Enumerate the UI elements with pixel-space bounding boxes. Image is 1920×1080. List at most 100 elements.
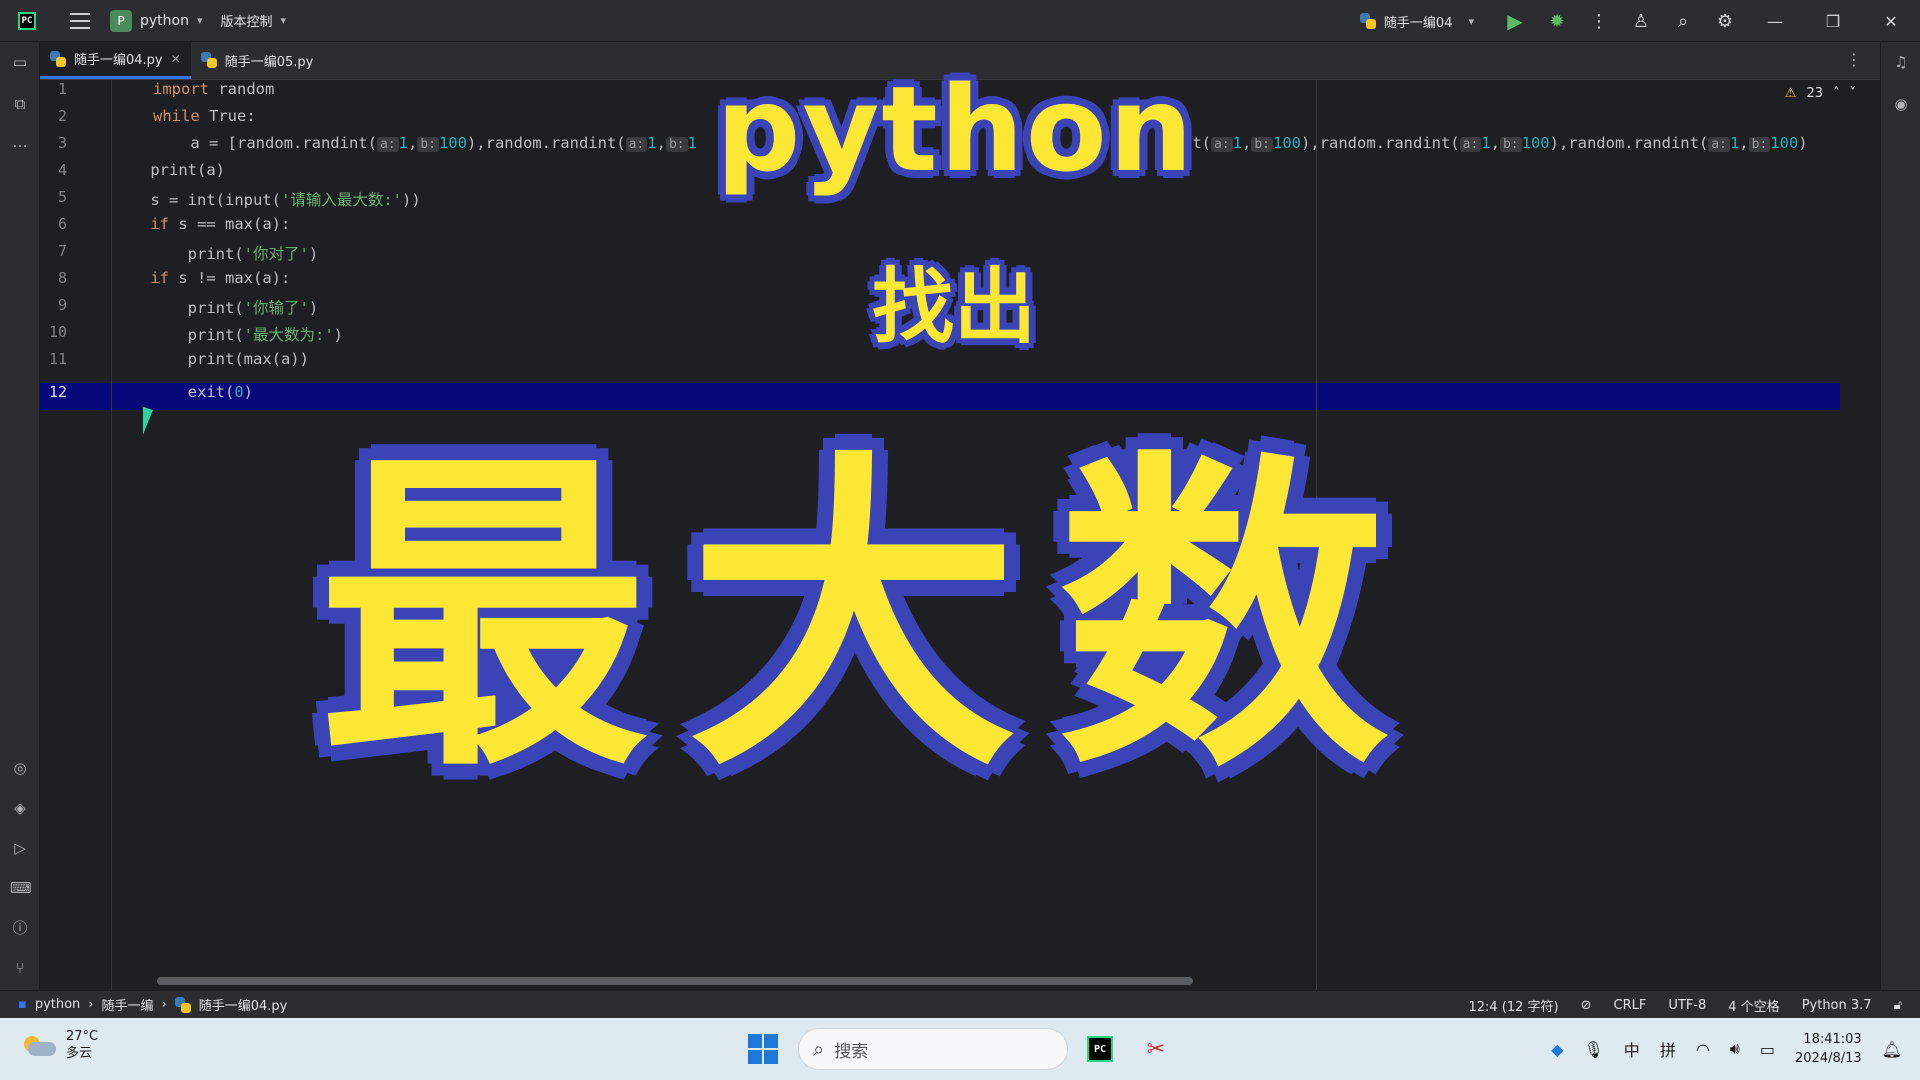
restore-button[interactable]: ❐ bbox=[1804, 0, 1862, 42]
notification-bell-icon[interactable]: 🔔︎ bbox=[1882, 1040, 1902, 1059]
overlay-python-title: python bbox=[716, 60, 1195, 198]
run-configuration-name: 随手一编04 bbox=[1383, 15, 1453, 31]
code-line-7: print('你对了') bbox=[113, 245, 319, 263]
tab-label: 随手一编05.py bbox=[224, 54, 314, 70]
right-tool-strip: ♫ ◉ bbox=[1880, 42, 1920, 990]
code-line-8: if s != max(a): bbox=[113, 269, 291, 287]
clock[interactable]: 18:41:03 2024/8/13 bbox=[1795, 1030, 1862, 1068]
line-number-current: 12 bbox=[48, 383, 67, 401]
line-number: 9 bbox=[57, 296, 67, 314]
snipping-tool-icon[interactable]: ✂ bbox=[1136, 1030, 1176, 1068]
main-menu-icon[interactable] bbox=[70, 12, 90, 29]
pycharm-logo-icon: PC bbox=[18, 11, 36, 30]
breadcrumb-item[interactable]: 随手一编 bbox=[102, 995, 154, 1014]
volume-icon[interactable]: 🔊︎ bbox=[1730, 1039, 1740, 1059]
python-file-icon bbox=[174, 996, 191, 1013]
file-encoding[interactable]: UTF-8 bbox=[1668, 998, 1706, 1013]
more-tools-icon[interactable]: … bbox=[10, 132, 30, 152]
lock-icon[interactable]: 🔓︎ bbox=[1894, 998, 1902, 1013]
ime-language[interactable]: 中 bbox=[1624, 1037, 1640, 1061]
windows-start-icon[interactable] bbox=[748, 1034, 778, 1064]
code-line-9: print('你输了') bbox=[113, 299, 319, 317]
taskbar-search-box[interactable]: ⌕ 搜索 bbox=[798, 1028, 1068, 1070]
structure-icon[interactable]: ⧉ bbox=[10, 94, 30, 114]
breadcrumb-item[interactable]: 随手一编04.py bbox=[199, 995, 288, 1014]
line-number: 4 bbox=[57, 161, 67, 179]
tab-file-05[interactable]: 随手一编05.py bbox=[191, 41, 324, 79]
tab-label: 随手一编04.py bbox=[74, 53, 163, 68]
code-line-4: print(a) bbox=[113, 161, 225, 179]
line-number: 8 bbox=[57, 269, 67, 287]
settings-gear-icon[interactable]: ⚙ bbox=[1704, 0, 1746, 42]
overlay-max-number-title: 最大数 bbox=[318, 426, 1428, 810]
run-configuration-selector[interactable]: 随手一编04 ▾ bbox=[1359, 12, 1474, 31]
tab-options-icon[interactable]: ⋮ bbox=[1846, 50, 1862, 69]
line-number: 11 bbox=[48, 350, 67, 368]
code-line-11: print(max(a)) bbox=[113, 350, 309, 368]
battery-icon[interactable]: ▭ bbox=[1760, 1040, 1775, 1059]
project-folder-icon[interactable]: ▭ bbox=[10, 52, 30, 72]
add-user-icon[interactable]: ♙ bbox=[1620, 0, 1662, 42]
python-file-icon bbox=[50, 50, 66, 67]
search-icon: ⌕ bbox=[813, 1037, 825, 1061]
packages-layers-icon[interactable]: ◈ bbox=[10, 798, 30, 818]
more-actions-icon[interactable]: ⋮ bbox=[1578, 0, 1620, 42]
chevron-down-icon[interactable]: ˅ bbox=[1850, 86, 1857, 101]
project-badge[interactable]: P bbox=[110, 9, 132, 32]
vcs-menu[interactable]: 版本控制 bbox=[221, 11, 273, 30]
chevron-down-icon[interactable]: ▾ bbox=[281, 14, 287, 27]
code-line-2: while True: bbox=[153, 107, 256, 125]
tab-file-04[interactable]: 随手一编04.py ✕ bbox=[40, 41, 191, 79]
app-tray-icon[interactable]: ◆ bbox=[1551, 1040, 1563, 1059]
problems-icon[interactable]: ⓘ bbox=[10, 918, 30, 938]
inspection-widget[interactable]: ⚠ 23 ˄ ˅ bbox=[1785, 86, 1856, 101]
overlay-find-caption: 找出 bbox=[872, 260, 1037, 355]
chevron-right-icon: › bbox=[88, 997, 94, 1012]
horizontal-scrollbar[interactable] bbox=[157, 977, 1193, 985]
notifications-bell-icon[interactable]: ♫ bbox=[1891, 52, 1911, 72]
code-line-10: print('最大数为:') bbox=[113, 326, 343, 344]
warning-icon: ⚠ bbox=[1784, 86, 1797, 101]
python-file-icon bbox=[1359, 13, 1376, 29]
ime-mode[interactable]: 拼 bbox=[1660, 1037, 1676, 1061]
weather-widget[interactable]: 27°C 多云 bbox=[22, 1028, 98, 1062]
chevron-down-icon: ▾ bbox=[1468, 14, 1474, 28]
wifi-icon[interactable]: ◠ bbox=[1696, 1040, 1710, 1059]
code-line-12: exit(0) bbox=[113, 383, 254, 401]
line-number: 1 bbox=[57, 80, 67, 98]
project-name[interactable]: python bbox=[140, 13, 189, 29]
chevron-down-icon[interactable]: ▾ bbox=[197, 14, 203, 27]
code-line-6: if s == max(a): bbox=[113, 215, 291, 233]
minimize-button[interactable]: — bbox=[1746, 0, 1804, 42]
microphone-icon[interactable]: 🎙︎ bbox=[1583, 1040, 1603, 1059]
inspections-off-icon[interactable]: ⊘ bbox=[1581, 998, 1592, 1013]
search-icon[interactable]: ⌕ bbox=[1662, 0, 1704, 42]
close-tab-icon[interactable]: ✕ bbox=[171, 52, 181, 66]
debug-icon[interactable]: ✹ bbox=[1536, 0, 1578, 42]
run-icon[interactable]: ▶ bbox=[1494, 0, 1536, 42]
status-bar: ▪ python › 随手一编 › 随手一编04.py 12:4 (12 字符)… bbox=[0, 990, 1920, 1018]
services-run-icon[interactable]: ▷ bbox=[10, 838, 30, 858]
line-number: 7 bbox=[57, 242, 67, 260]
breadcrumb-item[interactable]: python bbox=[35, 997, 80, 1012]
line-ending[interactable]: CRLF bbox=[1614, 998, 1647, 1013]
code-line-1: import random bbox=[153, 80, 275, 98]
warning-count: 23 bbox=[1806, 86, 1823, 101]
python-interpreter[interactable]: Python 3.7 bbox=[1802, 998, 1872, 1013]
time: 18:41:03 bbox=[1803, 1032, 1862, 1047]
line-number: 6 bbox=[57, 215, 67, 233]
chevron-up-icon[interactable]: ˄ bbox=[1833, 86, 1840, 101]
caret-position[interactable]: 12:4 (12 字符) bbox=[1468, 996, 1558, 1015]
terminal-icon[interactable]: ⌨ bbox=[10, 878, 32, 898]
python-console-icon[interactable]: ◎ bbox=[10, 758, 30, 778]
chevron-right-icon: › bbox=[161, 997, 167, 1012]
partly-cloudy-icon bbox=[22, 1032, 56, 1058]
indent-setting[interactable]: 4 个空格 bbox=[1728, 996, 1779, 1015]
pycharm-taskbar-app[interactable]: PC bbox=[1080, 1030, 1120, 1068]
search-placeholder: 搜索 bbox=[834, 1041, 869, 1062]
weather-condition: 多云 bbox=[66, 1046, 93, 1061]
git-branch-icon[interactable]: ⑂ bbox=[10, 958, 30, 978]
code-line-5: s = int(input('请输入最大数:')) bbox=[113, 191, 421, 209]
ai-assistant-icon[interactable]: ◉ bbox=[1891, 94, 1911, 114]
close-button[interactable]: ✕ bbox=[1862, 0, 1920, 42]
